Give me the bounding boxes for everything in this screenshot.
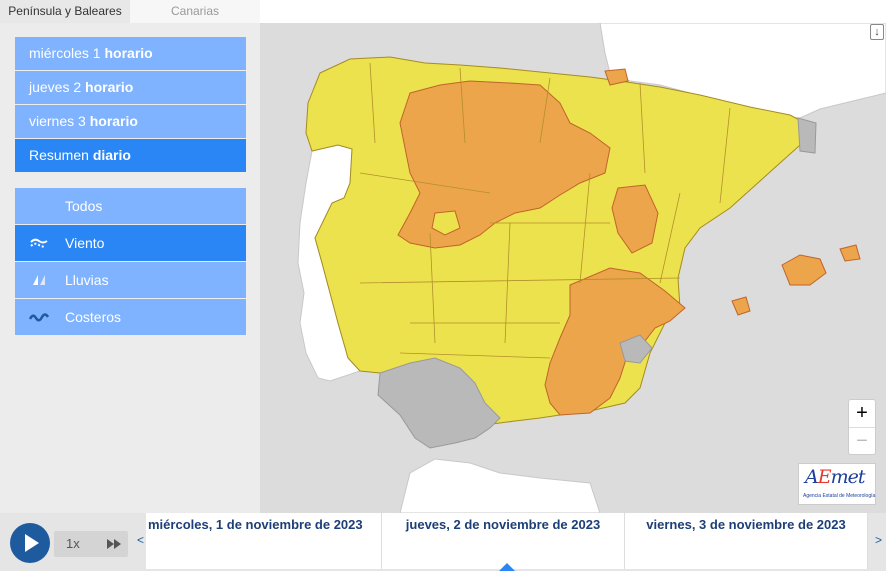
timeline-day-label: jueves, 2 de noviembre de 2023 <box>405 517 601 532</box>
zoom-out-button[interactable]: − <box>849 427 875 454</box>
day-suffix: diario <box>92 147 131 163</box>
zoom-in-button[interactable]: + <box>849 400 875 427</box>
day-name: viernes <box>29 113 75 129</box>
region-tabs: Península y Baleares Canarias <box>0 0 260 23</box>
layer-button-todos[interactable]: Todos <box>15 188 246 224</box>
day-button-jueves[interactable]: jueves 2 horario <box>15 71 246 104</box>
play-icon <box>25 534 39 552</box>
wind-icon <box>30 238 48 248</box>
logo-subtitle: Agencia Estatal de Meteorología <box>803 493 876 499</box>
morocco-landmass <box>399 458 601 513</box>
speed-label[interactable]: 1x <box>66 536 80 551</box>
warning-gray-girona <box>797 117 817 154</box>
tab-peninsula-baleares[interactable]: Península y Baleares <box>0 0 130 23</box>
timeline-prev-arrow[interactable]: < <box>137 533 144 547</box>
day-list: miércoles 1 horario jueves 2 horario vie… <box>15 37 246 173</box>
layer-list: Todos Viento Lluvias Costeros <box>15 188 246 336</box>
warning-map <box>297 23 886 513</box>
day-number: 2 <box>73 79 82 95</box>
layer-button-costeros[interactable]: Costeros <box>15 299 246 335</box>
day-button-viernes[interactable]: viernes 3 horario <box>15 105 246 138</box>
day-suffix: horario <box>104 45 153 61</box>
layer-label: Costeros <box>65 309 122 325</box>
menorca-island <box>839 244 861 262</box>
fast-forward-icon[interactable] <box>106 537 122 551</box>
tab-canarias[interactable]: Canarias <box>130 0 260 23</box>
app: Península y Baleares Canarias miércoles … <box>0 0 886 571</box>
layer-label: Viento <box>65 235 105 251</box>
coastal-icon <box>29 313 49 322</box>
mallorca-island <box>781 254 827 286</box>
side-panel: miércoles 1 horario jueves 2 horario vie… <box>0 23 260 513</box>
day-number: 3 <box>78 113 86 129</box>
download-icon[interactable]: ↓ <box>870 24 884 40</box>
timeline-day-tabs: miércoles, 1 de noviembre de 2023 jueves… <box>146 513 874 571</box>
aemet-logo: AEmet Agencia Estatal de Meteorología <box>798 463 876 505</box>
day-suffix: horario <box>85 79 134 95</box>
day-button-miercoles[interactable]: miércoles 1 horario <box>15 37 246 70</box>
map-view[interactable]: ↓ <box>260 23 886 513</box>
day-suffix: horario <box>89 113 138 129</box>
layer-label: Lluvias <box>65 272 109 288</box>
timeline-day-2[interactable]: jueves, 2 de noviembre de 2023 <box>382 513 625 571</box>
day-number: 1 <box>92 45 101 61</box>
day-name: Resumen <box>29 147 89 163</box>
timeline-next-arrow[interactable]: > <box>875 533 882 547</box>
layer-button-viento[interactable]: Viento <box>15 225 246 261</box>
play-button[interactable] <box>10 523 50 563</box>
logo-letter-e: E <box>817 466 832 488</box>
ibiza-island <box>731 296 751 316</box>
timeline-day-1[interactable]: miércoles, 1 de noviembre de 2023 <box>146 513 382 569</box>
day-name: jueves <box>29 79 70 95</box>
zoom-control: + − <box>848 399 876 455</box>
timeline-day-3[interactable]: viernes, 3 de noviembre de 2023 <box>625 513 868 569</box>
layer-button-lluvias[interactable]: Lluvias <box>15 262 246 298</box>
day-name: miércoles <box>29 45 89 61</box>
speed-control: 1x <box>54 531 128 557</box>
current-day-marker <box>499 563 515 571</box>
day-button-resumen[interactable]: Resumen diario <box>15 139 246 172</box>
timeline-bar: 1x < miércoles, 1 de noviembre de 2023 j… <box>0 513 886 571</box>
logo-letter-a: A <box>805 466 819 488</box>
layer-label: Todos <box>65 198 103 214</box>
logo-mark: AEmet <box>805 466 866 488</box>
rain-icon <box>33 275 45 285</box>
logo-letters-met: met <box>830 466 866 488</box>
